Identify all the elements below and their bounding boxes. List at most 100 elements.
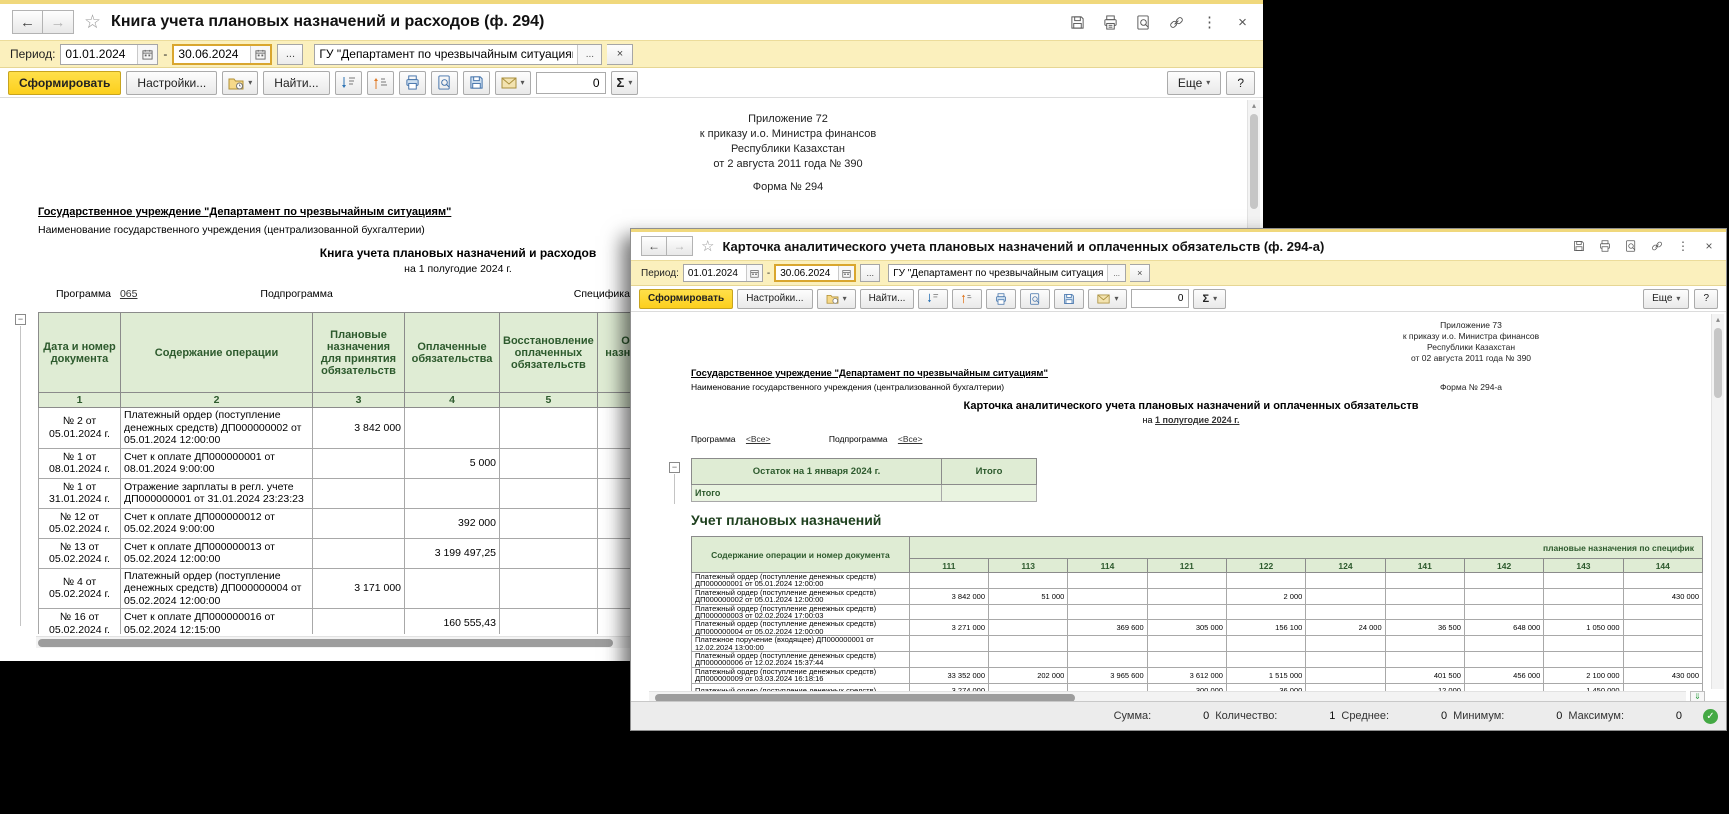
org-caption: Наименование государственного учреждения… (691, 382, 1004, 392)
forward-nav-button[interactable]: → (43, 10, 74, 34)
send-mail-button[interactable]: ▾ (495, 71, 531, 95)
card-table[interactable]: Содержание операции и номер документа пл… (691, 536, 1703, 691)
group-collapse-toggle[interactable]: − (15, 314, 26, 325)
period-dash: - (767, 268, 770, 279)
link-icon[interactable] (1650, 239, 1664, 253)
settings-button[interactable]: Настройки... (126, 71, 217, 95)
group-collapse-toggle[interactable]: − (669, 462, 680, 473)
balance-table[interactable]: Остаток на 1 января 2024 г. Итого Итого (691, 458, 1037, 502)
value-cell: 430 000 (1623, 588, 1702, 604)
favorite-star-icon[interactable]: ☆ (84, 11, 101, 34)
organization-select-button[interactable]: ... (1107, 265, 1125, 281)
collapse-groups-button[interactable] (918, 289, 948, 309)
content-cell: Платежное поручение (входящее) ДП0000000… (692, 636, 910, 652)
link-icon[interactable] (1168, 14, 1185, 31)
find-button[interactable]: Найти... (263, 71, 329, 95)
card-vertical-scrollbar[interactable]: ▴ (1711, 314, 1724, 689)
card-period-from-input[interactable] (684, 265, 746, 281)
scroll-up-arrow[interactable]: ▴ (1712, 314, 1724, 326)
scroll-thumb[interactable] (38, 639, 613, 647)
print-preview-button[interactable] (1020, 289, 1050, 309)
spec-code-header: 114 (1068, 559, 1147, 573)
value-cell: 456 000 (1464, 667, 1543, 683)
report-variants-button[interactable]: ▾ (222, 71, 258, 95)
collapse-groups-button[interactable] (335, 71, 362, 95)
value-cell: 1 515 000 (1226, 667, 1305, 683)
save-icon[interactable] (1069, 14, 1086, 31)
print-icon[interactable] (1102, 14, 1119, 31)
help-button[interactable]: ? (1694, 289, 1718, 309)
subtitle-period-link[interactable]: 1 полугодие 2024 г. (1155, 415, 1239, 425)
print-preview-button[interactable] (431, 71, 458, 95)
doc-cell: № 16 от 05.02.2024 г. (39, 609, 121, 635)
back-nav-button[interactable]: ← (12, 10, 43, 34)
precision-counter-input[interactable] (536, 72, 606, 94)
close-icon[interactable]: × (1234, 14, 1251, 31)
sum-button[interactable]: Σ▾ (1193, 289, 1226, 309)
section-title: Учет плановых назначений (691, 512, 881, 528)
value-cell (1464, 573, 1543, 589)
save-icon[interactable] (1572, 239, 1586, 253)
report-variants-button[interactable]: ▾ (817, 289, 856, 309)
value-cell (1068, 604, 1147, 620)
organization-clear-button[interactable]: × (1130, 264, 1150, 282)
period-label: Период: (10, 47, 55, 61)
period-label: Период: (641, 268, 679, 279)
organization-clear-button[interactable]: × (607, 44, 633, 65)
preview-icon[interactable] (1135, 14, 1152, 31)
value-cell (1226, 573, 1305, 589)
more-menu-icon[interactable]: ⋮ (1201, 14, 1218, 31)
save-result-button[interactable] (1054, 289, 1084, 309)
book-period-from-input[interactable] (61, 45, 137, 64)
preview-icon[interactable] (1624, 239, 1638, 253)
find-button[interactable]: Найти... (860, 289, 915, 309)
program-value-link[interactable]: <Все> (746, 434, 771, 444)
print-button[interactable] (399, 71, 426, 95)
calendar-icon[interactable] (137, 45, 157, 64)
generate-button[interactable]: Сформировать (639, 289, 733, 309)
save-result-button[interactable] (463, 71, 490, 95)
caret-down-icon: ▾ (1206, 78, 1210, 87)
calendar-icon[interactable] (250, 46, 270, 63)
expand-groups-button[interactable] (952, 289, 982, 309)
period-select-button[interactable]: ... (860, 264, 880, 282)
value-cell (405, 408, 500, 449)
send-mail-button[interactable]: ▾ (1088, 289, 1127, 309)
more-menu-icon[interactable]: ⋮ (1676, 239, 1690, 253)
scroll-thumb[interactable] (1250, 114, 1258, 209)
value-cell (1623, 636, 1702, 652)
scroll-thumb[interactable] (1714, 328, 1722, 398)
scroll-up-arrow[interactable]: ▴ (1248, 100, 1260, 112)
appendix-block: Приложение 73 к приказу и.о. Министра фи… (1291, 320, 1651, 364)
favorite-star-icon[interactable]: ☆ (701, 237, 714, 255)
column-number: 4 (405, 393, 500, 408)
column-header: Восстановление оплаченных обязательств (500, 313, 598, 393)
organization-select-button[interactable]: ... (577, 45, 601, 64)
more-button[interactable]: Еще▾ (1167, 71, 1221, 95)
period-select-button[interactable]: ... (277, 44, 303, 65)
help-button[interactable]: ? (1226, 71, 1255, 95)
subprogram-value-link[interactable]: <Все> (898, 434, 923, 444)
program-value-link[interactable]: 065 (120, 288, 138, 300)
expand-groups-button[interactable] (367, 71, 394, 95)
book-organization-input[interactable] (315, 45, 577, 64)
card-organization-input[interactable] (889, 265, 1107, 281)
print-icon[interactable] (1598, 239, 1612, 253)
book-period-to-input[interactable] (174, 46, 250, 63)
sum-button[interactable]: Σ▾ (611, 71, 639, 95)
print-button[interactable] (986, 289, 1016, 309)
card-period-to-input[interactable] (776, 266, 838, 280)
generate-button[interactable]: Сформировать (8, 71, 121, 95)
calendar-icon[interactable] (746, 265, 762, 281)
calendar-icon[interactable] (838, 266, 854, 280)
precision-counter-input[interactable] (1131, 289, 1189, 308)
back-nav-button[interactable]: ← (641, 236, 667, 256)
max-value: 0 (1630, 710, 1682, 722)
more-button[interactable]: Еще▾ (1643, 289, 1689, 309)
content-cell: Платежный ордер (поступление денежных ср… (121, 408, 313, 449)
forward-nav-button[interactable]: → (667, 236, 693, 256)
close-icon[interactable]: × (1702, 239, 1716, 253)
settings-button[interactable]: Настройки... (737, 289, 812, 309)
value-cell (989, 636, 1068, 652)
appendix-block: Приложение 72 к приказу и.о. Министра фи… (598, 112, 978, 172)
